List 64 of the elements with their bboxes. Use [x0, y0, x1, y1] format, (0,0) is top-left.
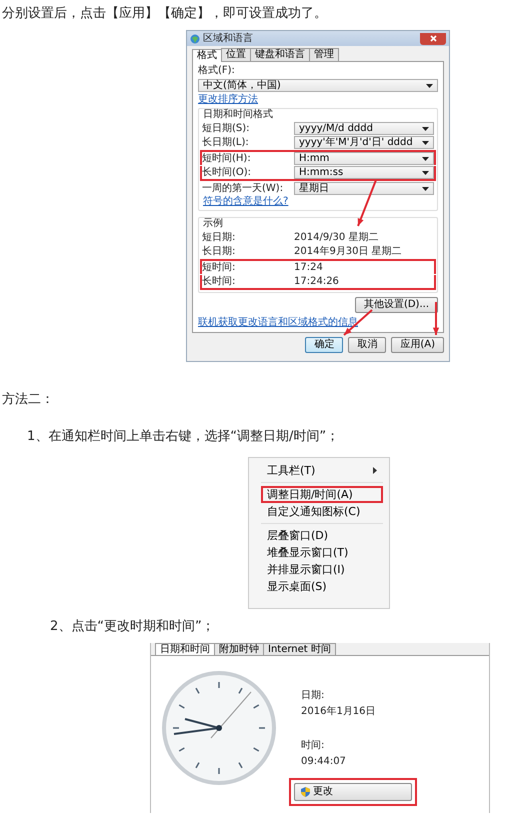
shield-icon [301, 787, 310, 797]
change-date-time-button[interactable]: 更改 [294, 783, 412, 801]
paragraph-text: 分别设置后，点击【应用】【确定】，即可设置成功了。 [2, 6, 327, 21]
menu-item[interactable]: 工具栏(T) [261, 462, 383, 479]
tab[interactable]: 格式 [192, 49, 222, 62]
example-value: 2014/9/30 星期二 [294, 232, 380, 244]
tab[interactable]: 日期和时间 [155, 643, 215, 655]
field-label: 短时间: [202, 262, 236, 274]
menu-item[interactable]: 显示桌面(S) [261, 578, 383, 595]
date-value: 2016年1月16日 [301, 706, 377, 718]
example-value: 2014年9月30日 星期二 [294, 246, 403, 258]
field-label: 短日期: [202, 232, 236, 244]
field-label: 短时间(H): [202, 152, 252, 164]
tab[interactable]: 管理 [309, 48, 339, 61]
dropdown-arrow-icon [422, 126, 429, 130]
tab[interactable]: 键盘和语言 [250, 48, 310, 61]
time-value: 09:44:07 [301, 756, 347, 768]
link[interactable]: 更改排序方法 [198, 94, 438, 106]
paragraph-text: 2、点击“更改时期和时间”； [50, 619, 215, 634]
field-label: 一周的第一天(W): [202, 182, 284, 194]
paragraph-text: 1、在通知栏时间上单击右键，选择“调整日期/时间”； [27, 429, 340, 444]
dropdown[interactable]: 星期日 [294, 182, 434, 195]
menu-item[interactable]: 堆叠显示窗口(T) [261, 544, 383, 561]
close-button[interactable] [420, 32, 446, 44]
paragraph-text: 方法二： [2, 392, 54, 407]
dropdown-arrow-icon [422, 140, 429, 144]
dropdown[interactable]: 中文(简体，中国) [198, 79, 438, 92]
dropdown-arrow-icon [422, 156, 429, 160]
arrow [432, 302, 440, 335]
dropdown[interactable]: H:mm [294, 152, 434, 165]
field-label: 长日期: [202, 246, 236, 258]
dropdown[interactable]: yyyy'年'M'月'd'日' dddd [294, 136, 434, 149]
example-value: 17:24:26 [294, 276, 340, 288]
field-label: 日期: [301, 690, 326, 702]
dropdown[interactable]: yyyy/M/d dddd [294, 122, 434, 135]
tab[interactable]: 附加时钟 [214, 643, 264, 655]
close-icon [430, 35, 436, 42]
menu-item[interactable]: 层叠窗口(D) [261, 527, 383, 544]
field-label: 短日期(S): [202, 122, 251, 134]
window-title: 区域和语言 [203, 32, 254, 44]
link[interactable]: 符号的含意是什么? [203, 196, 433, 208]
group-title: 日期和时间格式 [203, 109, 274, 121]
menu-item[interactable]: 并排显示窗口(I) [261, 561, 383, 578]
tab[interactable]: 位置 [221, 48, 251, 61]
menu-item[interactable]: 自定义通知图标(C) [261, 503, 383, 520]
dropdown[interactable]: H:mm:ss [294, 166, 434, 179]
field-label: 长时间(O): [202, 166, 252, 178]
field-label: 时间: [301, 740, 326, 752]
dropdown-arrow-icon [422, 186, 429, 190]
field-label: 长时间: [202, 276, 236, 288]
dialog-button[interactable]: 确定 [305, 337, 344, 353]
dialog-button[interactable]: 取消 [348, 337, 386, 353]
tab[interactable]: Internet 时间 [263, 643, 336, 655]
other-settings-button[interactable]: 其他设置(D)... [354, 297, 438, 313]
dropdown-arrow-icon [422, 170, 429, 174]
menu-item[interactable]: 调整日期/时间(A) [261, 486, 383, 503]
field-label: 格式(F): [198, 65, 236, 77]
dialog-button[interactable]: 应用(A) [391, 337, 444, 353]
field-label: 长日期(L): [202, 136, 250, 148]
group-title: 示例 [203, 218, 224, 230]
submenu-arrow-icon [373, 467, 377, 474]
example-value: 17:24 [294, 262, 324, 274]
dropdown-arrow-icon [426, 84, 433, 88]
globe-icon [190, 34, 200, 44]
